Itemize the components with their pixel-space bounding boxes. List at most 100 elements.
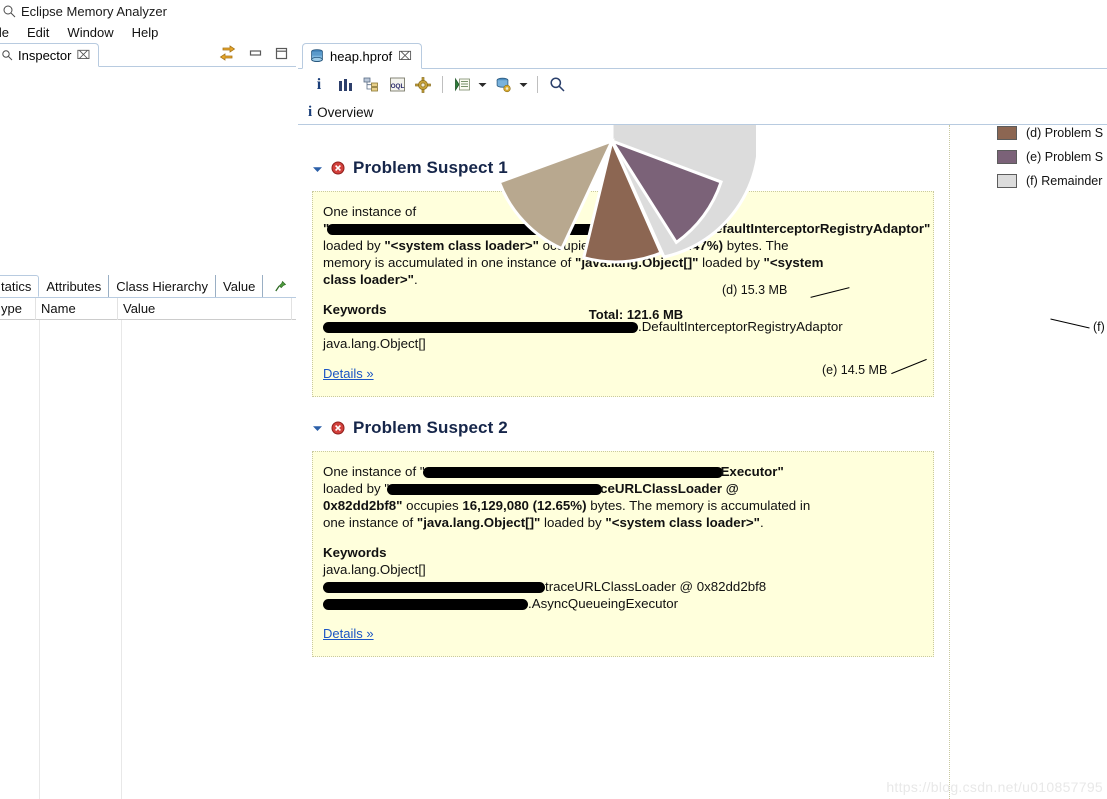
text-fragment: loaded by [540,514,606,530]
pie-label-f: (f) 29 MB [1093,320,1107,334]
maximize-icon[interactable] [275,47,288,60]
report-inner-tab-row: i Overview default_report org.eclipse.ma… [298,100,1107,799]
menu-window[interactable]: Window [58,24,122,41]
keyword-text: java.lang.Object[] [323,562,426,578]
dominator-tree-icon[interactable] [358,72,384,98]
overview-info-icon[interactable]: i [306,72,332,98]
inspector-icon [1,49,13,61]
inspector-tab-row: Inspector ⌧ [0,43,296,67]
keyword-text: traceURLClassLoader @ 0x82dd2bf8 [545,579,767,595]
editor-tab-label: heap.hprof [330,48,393,64]
inspector-subtab-statics[interactable]: tatics [0,275,40,297]
application-window: Eclipse Memory Analyzer ile Edit Window … [0,0,1107,799]
report-content: (d) 15.3 MB (e) 14.5 MB (f) 29 MB Total:… [298,125,1107,799]
query-browser-dropdown-icon[interactable] [516,72,531,98]
close-icon[interactable]: ⌧ [76,48,90,62]
editor-tab-heap-hprof[interactable]: heap.hprof ⌧ [302,43,422,69]
text-fragment: one instance of [323,514,417,530]
retained-size-pie-chart: (d) 15.3 MB (e) 14.5 MB (f) 29 MB Total:… [298,125,1107,377]
pie-label-d: (d) 15.3 MB [722,283,788,297]
editor-area: heap.hprof ⌧ i OQL i Overview (d) 15.3 M… [298,43,1107,799]
run-report-dropdown-icon[interactable] [475,72,490,98]
suspect-2-line-1: One instance of " Executor" [323,464,919,481]
suspect-2-line-2: loaded by " ceURLClassLoader @ [323,481,919,498]
suspect-2-keyword: traceURLClassLoader @ 0x82dd2bf8 [323,579,919,596]
pin-icon[interactable] [274,280,287,293]
suspect-2-line-3: 0x82dd2bf8" occupies 16,129,080 (12.65%)… [323,498,919,515]
column-header-type[interactable]: ype [0,297,36,320]
suspect-2-keyword: .AsyncQueueingExecutor [323,596,919,613]
suspect-2-keyword: java.lang.Object[] [323,562,919,579]
inspector-subtab-value[interactable]: Value [216,275,264,297]
inspector-subtab-attributes[interactable]: Attributes [39,275,110,297]
suspect-1-details-link[interactable]: Details » [323,366,374,383]
column-header-value[interactable]: Value [118,297,292,320]
suspect-2-header[interactable]: Problem Suspect 2 [312,413,1107,443]
text-fragment: Executor" [720,463,784,479]
table-gridline [39,320,40,799]
editor-toolbar: i OQL [298,69,1107,100]
search-icon[interactable] [544,72,570,98]
memory-analyzer-icon [2,4,16,18]
text-fragment: ceURLClassLoader @ [600,480,739,496]
inspector-subtab-row: tatics Attributes Class Hierarchy Value [0,275,296,298]
menu-file[interactable]: ile [0,24,18,41]
close-icon[interactable]: ⌧ [398,49,412,63]
link-with-editor-icon[interactable] [219,45,236,61]
inspector-view: Inspector ⌧ tatics Attributes Class Hier… [0,43,296,799]
inspector-table-body [0,320,296,799]
legend-label-d: (d) Problem S [1026,126,1104,140]
minimize-icon[interactable] [249,47,262,59]
redaction-bar [323,582,545,594]
inspector-toolbar [219,45,288,61]
legend-swatch-e [997,150,1017,164]
menu-bar: ile Edit Window Help [0,22,1107,43]
legend-item: (d) Problem S [997,125,1107,145]
occupies-value: 16,129,080 (12.65%) [462,497,587,513]
redaction-bar [323,598,528,610]
menu-help[interactable]: Help [123,24,168,41]
tab-overview[interactable]: i Overview [300,100,381,125]
oql-icon[interactable]: OQL [384,72,410,98]
query-browser-icon[interactable] [490,72,516,98]
redaction-bar [422,466,723,478]
suspect-2-title: Problem Suspect 2 [353,417,508,437]
legend-item: (e) Problem S [997,145,1107,169]
pie-label-e: (e) 14.5 MB [822,363,888,377]
pie-total-label: Total: 121.6 MB [588,307,684,322]
legend-item: (f) Remainder [997,169,1107,193]
text-fragment: "<system class loader>" [605,514,760,530]
window-titlebar: Eclipse Memory Analyzer [0,0,1107,22]
legend-swatch-d [997,126,1017,140]
run-report-icon[interactable] [449,72,475,98]
legend-swatch-f [997,174,1017,188]
inspector-tab[interactable]: Inspector ⌧ [0,43,100,67]
pie-legend: (d) Problem S (e) Problem S (f) Remainde… [997,125,1107,193]
text-fragment: "java.lang.Object[]" [416,514,541,530]
suspect-2-details-link[interactable]: Details » [323,626,374,643]
collapse-triangle-icon[interactable] [312,163,323,174]
suspect-2-description: One instance of " Executor" loaded by " ce… [312,450,934,657]
suspect-2-line-4: one instance of "java.lang.Object[]" loa… [323,515,919,532]
window-title: Eclipse Memory Analyzer [21,3,167,19]
column-header-name[interactable]: Name [36,297,118,320]
menu-edit[interactable]: Edit [18,24,58,41]
settings-gear-icon[interactable] [410,72,436,98]
legend-label-f: (f) Remainder [1026,174,1103,188]
redaction-bar [387,483,603,495]
pie-leader-line-f [1050,318,1090,329]
toolbar-separator [537,76,538,93]
legend-label-e: (e) Problem S [1026,150,1104,164]
error-icon [331,421,345,435]
collapse-triangle-icon[interactable] [312,422,323,433]
suspect-2-keywords-title: Keywords [323,545,387,561]
text-fragment: bytes. The memory is accumulated in [586,497,811,513]
heap-dump-icon [310,48,324,64]
keyword-text: java.lang.Object[] [323,336,426,352]
inspector-object-pane [0,67,296,275]
inspector-subtab-class-hierarchy[interactable]: Class Hierarchy [109,275,217,297]
editor-tab-row: heap.hprof ⌧ [298,43,1107,69]
svg-text:OQL: OQL [390,83,404,90]
histogram-icon[interactable] [332,72,358,98]
text-fragment: occupies [402,497,463,513]
